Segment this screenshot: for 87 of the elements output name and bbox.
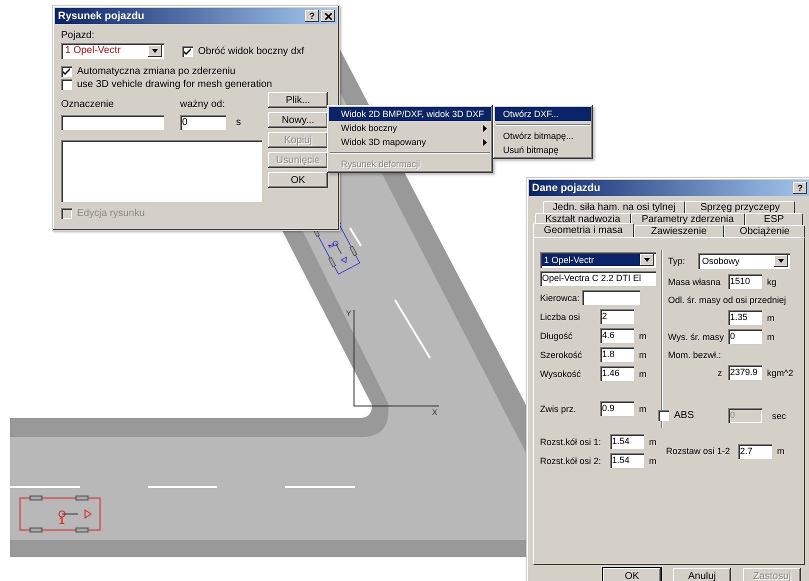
input-field[interactable]: 1.46 bbox=[600, 366, 634, 381]
tab[interactable]: Jedn. siła ham. na osi tylnej bbox=[543, 201, 686, 213]
field-label: Oznaczenie bbox=[61, 99, 115, 110]
unit-label: m bbox=[639, 330, 646, 340]
unit-label: s bbox=[236, 117, 241, 128]
help-button[interactable]: ? bbox=[793, 182, 807, 194]
checkbox-label: Edycja rysunku bbox=[77, 208, 145, 219]
dialog-button[interactable]: OK bbox=[603, 568, 661, 581]
field-label: Rozst.kół osi 1: bbox=[540, 436, 602, 446]
input-field[interactable]: 2379.9 bbox=[728, 365, 762, 380]
field-label: Rozst.kół osi 2: bbox=[540, 456, 602, 466]
unit-label: m bbox=[649, 456, 656, 466]
input-field[interactable]: 2 bbox=[600, 309, 634, 324]
input-field[interactable]: 0 bbox=[180, 115, 226, 130]
input-field[interactable]: 4.6 bbox=[600, 328, 634, 343]
field-label: Pojazd: bbox=[61, 30, 96, 41]
window-title: Rysunek pojazdu bbox=[58, 10, 144, 22]
vehicle-number: 1 bbox=[59, 516, 65, 527]
list-box[interactable] bbox=[61, 140, 262, 202]
menu-item[interactable]: Widok boczny bbox=[329, 121, 491, 135]
input-field[interactable]: 2.7 bbox=[738, 444, 772, 458]
dropdown[interactable]: 1 Opel-Vectr bbox=[540, 252, 656, 268]
field-label: Długość bbox=[540, 330, 574, 340]
input-field[interactable]: 1.8 bbox=[600, 347, 634, 362]
dropdown[interactable]: 1 Opel-Vectr bbox=[61, 43, 164, 59]
checkbox[interactable] bbox=[182, 46, 193, 56]
unit-label: m bbox=[777, 446, 784, 456]
input-field[interactable] bbox=[582, 290, 640, 305]
dialog-button[interactable]: OK bbox=[268, 172, 328, 188]
dialog-button[interactable]: Anuluj bbox=[673, 568, 731, 581]
field-label: Liczba osi bbox=[540, 312, 582, 322]
checkbox-label: Obróć widok boczny dxf bbox=[198, 46, 304, 56]
menu-item[interactable]: Usuń bitmapę bbox=[495, 143, 591, 157]
checkbox[interactable] bbox=[61, 79, 72, 90]
field-label: Masa własna bbox=[668, 276, 722, 286]
field-label: Zwis prz. bbox=[540, 404, 577, 414]
input-field[interactable] bbox=[61, 115, 164, 130]
tab[interactable]: Geometria i masa bbox=[533, 223, 634, 237]
menu-item[interactable]: Widok 2D BMP/DXF, widok 3D DXF bbox=[329, 107, 491, 121]
checkbox-label: ABS bbox=[674, 410, 694, 421]
checkbox[interactable] bbox=[658, 410, 669, 421]
menu-item[interactable]: Otwórz bitmapę... bbox=[495, 129, 591, 143]
unit-label: sec bbox=[772, 410, 786, 420]
tab[interactable]: Zawieszenie bbox=[634, 225, 724, 237]
unit-label: m bbox=[639, 350, 646, 360]
field-label: Wysokość bbox=[540, 368, 582, 378]
field-label: Szerokość bbox=[540, 350, 584, 360]
checkbox[interactable] bbox=[61, 66, 72, 77]
field-label: Mom. bezwł.: bbox=[668, 350, 722, 360]
input-field[interactable]: 0 bbox=[728, 329, 762, 344]
close-button[interactable] bbox=[321, 10, 335, 22]
unit-label: m bbox=[649, 436, 656, 446]
field-label: Rozstaw osi 1-2 bbox=[666, 446, 732, 456]
help-button[interactable]: ? bbox=[305, 10, 319, 22]
checkbox-label: use 3D vehicle drawing for mesh generation bbox=[77, 79, 272, 90]
unit-label: kg bbox=[767, 276, 777, 286]
tab[interactable]: Obciążenie bbox=[724, 225, 805, 237]
dialog-button[interactable]: Nowy... bbox=[268, 112, 328, 128]
axis-label: X bbox=[432, 408, 438, 417]
field-label: Kierowca: bbox=[540, 292, 581, 302]
input-field[interactable]: 1.54 bbox=[610, 453, 644, 468]
tab[interactable]: Sprzęg przyczepy bbox=[685, 201, 795, 213]
unit-label: kgm^2 bbox=[767, 368, 794, 378]
menu-item[interactable]: Otwórz DXF... bbox=[495, 107, 591, 121]
tab[interactable]: ESP bbox=[744, 213, 803, 225]
checkbox-label: Automatyczna zmiana po zderzeniu bbox=[77, 66, 236, 77]
field-label: Wys. śr. masy bbox=[668, 332, 725, 342]
tab[interactable]: Parametry zderzenia bbox=[630, 213, 745, 225]
unit-label: m bbox=[767, 332, 774, 342]
input-field[interactable]: Opel-Vectra C 2.2 DTI El bbox=[540, 271, 656, 286]
field-label: Odl. śr. masy od osi przedniej bbox=[668, 294, 788, 304]
input-field[interactable]: 0.9 bbox=[600, 401, 634, 416]
axis-label: z bbox=[716, 368, 723, 378]
input-field[interactable]: 1510 bbox=[728, 274, 762, 289]
close-icon bbox=[324, 12, 332, 20]
unit-label: m bbox=[639, 404, 646, 414]
axis-label: Y bbox=[346, 309, 352, 318]
unit-label: m bbox=[639, 368, 646, 378]
menu-item[interactable]: Widok 3D mapowany bbox=[329, 135, 491, 149]
input-field[interactable]: 1.35 bbox=[728, 310, 762, 325]
field-label: Typ: bbox=[668, 256, 686, 266]
window-title: Dane pojazdu bbox=[532, 182, 600, 194]
input-field[interactable]: 1.54 bbox=[610, 434, 644, 449]
unit-label: m bbox=[767, 312, 774, 322]
dialog-button[interactable]: Plik... bbox=[268, 92, 328, 108]
field-label: ważny od: bbox=[180, 99, 226, 110]
dropdown[interactable]: Osobowy bbox=[698, 253, 790, 269]
